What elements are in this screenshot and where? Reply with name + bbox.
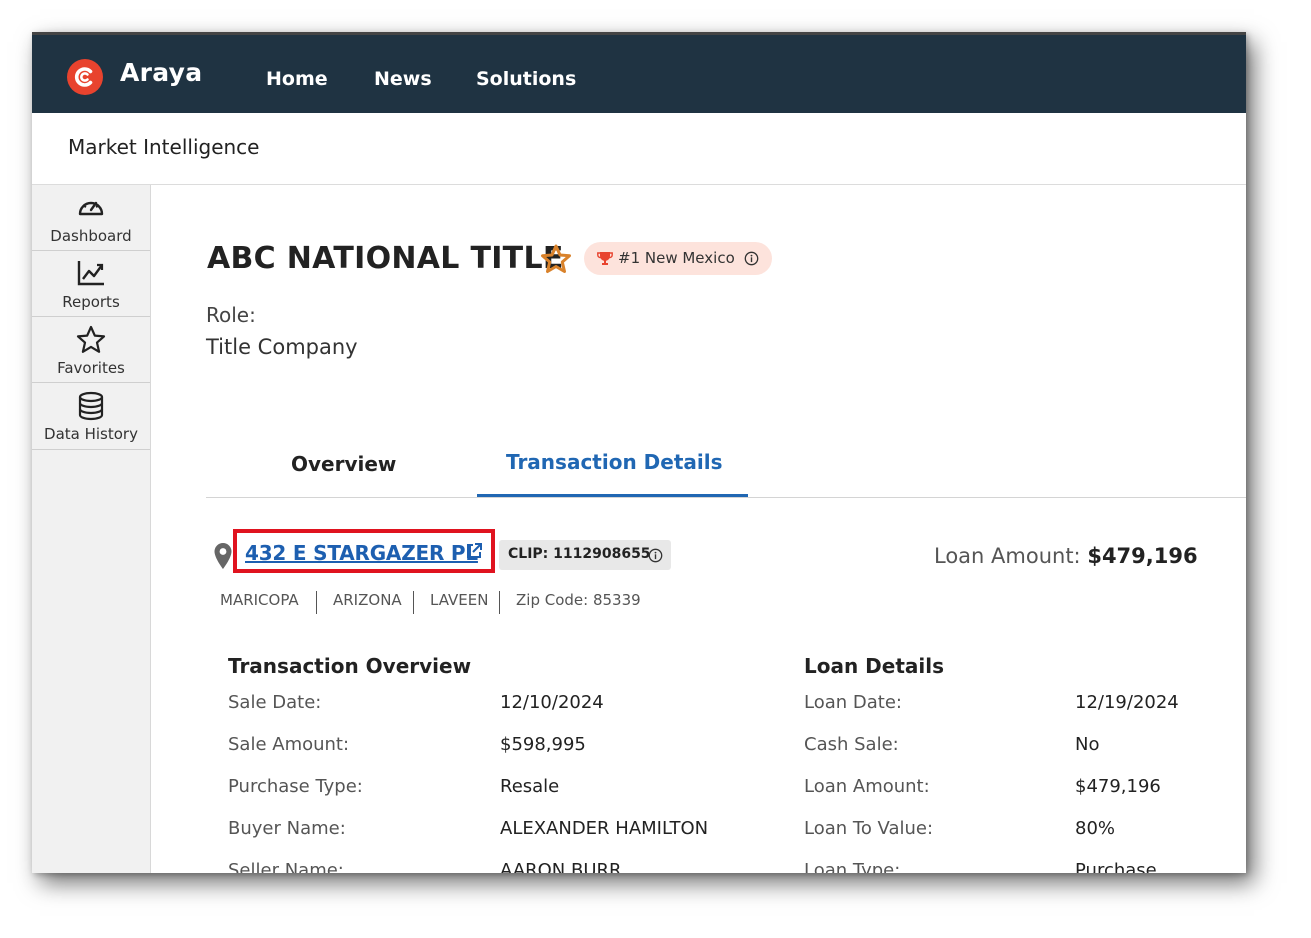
loan-type-value: Purchase [1075, 860, 1157, 873]
subheader: Market Intelligence [32, 113, 1246, 185]
tab-transaction-details[interactable]: Transaction Details [506, 450, 723, 474]
logo-text[interactable]: Araya [120, 58, 202, 87]
cash-sale-value: No [1075, 734, 1100, 755]
clip-number: CLIP: 1112908655 [508, 546, 651, 562]
purchase-type-label: Purchase Type: [228, 776, 363, 797]
trophy-icon [597, 252, 613, 265]
top-nav-bar: Araya Home News Solutions [32, 32, 1246, 113]
nav-solutions[interactable]: Solutions [476, 68, 576, 90]
sidebar-item-label: Favorites [57, 359, 125, 377]
section-title: Market Intelligence [68, 135, 260, 159]
city: LAVEEN [430, 591, 489, 609]
loan-details-title: Loan Details [804, 654, 945, 678]
zip-code: Zip Code: 85339 [516, 591, 641, 609]
app-window: Araya Home News Solutions Market Intelli… [32, 32, 1246, 873]
sidebar-item-label: Data History [44, 425, 138, 443]
loan-amount-summary-value: $479,196 [1087, 544, 1198, 568]
transaction-overview-title: Transaction Overview [228, 654, 472, 678]
star-outline-icon [76, 325, 106, 353]
info-icon[interactable] [648, 548, 663, 563]
buyer-name-value: ALEXANDER HAMILTON [500, 818, 709, 839]
company-name: ABC NATIONAL TITLE [207, 241, 564, 276]
database-icon [78, 391, 104, 421]
purchase-type-value: Resale [500, 776, 560, 797]
loan-date-label: Loan Date: [804, 692, 902, 713]
loan-to-value-label: Loan To Value: [804, 818, 934, 839]
sidebar-item-data-history[interactable]: Data History [32, 383, 150, 450]
role-label: Role: [206, 303, 256, 327]
county: MARICOPA [220, 591, 299, 609]
active-tab-indicator [477, 494, 748, 497]
sidebar: Dashboard Reports Favorites Data History [32, 185, 151, 873]
rank-badge: #1 New Mexico [584, 242, 772, 275]
sale-date-value: 12/10/2024 [500, 692, 604, 713]
loan-date-value: 12/19/2024 [1075, 692, 1179, 713]
sidebar-item-favorites[interactable]: Favorites [32, 317, 150, 383]
loan-amount-label: Loan Amount: [804, 776, 930, 797]
main-content: ABC NATIONAL TITLE #1 New Mexico Role: T… [151, 185, 1246, 873]
nav-home[interactable]: Home [266, 68, 328, 90]
loan-amount-summary: Loan Amount: $479,196 [934, 544, 1198, 568]
loan-to-value-value: 80% [1075, 818, 1116, 839]
clip-badge: CLIP: 1112908655 [499, 540, 671, 570]
sale-date-label: Sale Date: [228, 692, 322, 713]
tabs-divider [206, 497, 1246, 498]
rank-badge-label: #1 New Mexico [618, 249, 735, 267]
divider [316, 591, 317, 614]
property-address-link[interactable]: 432 E STARGAZER PL [245, 541, 478, 565]
external-link-icon[interactable] [465, 542, 483, 560]
loan-amount-value: $479,196 [1075, 776, 1161, 797]
nav-news[interactable]: News [374, 68, 432, 90]
cash-sale-label: Cash Sale: [804, 734, 899, 755]
buyer-name-label: Buyer Name: [228, 818, 346, 839]
info-icon[interactable] [744, 251, 759, 266]
sidebar-item-label: Reports [62, 293, 120, 311]
sidebar-item-dashboard[interactable]: Dashboard [32, 185, 150, 251]
araya-logo-icon[interactable] [67, 59, 103, 95]
divider [413, 591, 414, 614]
sale-amount-value: $598,995 [500, 734, 586, 755]
loan-type-label: Loan Type: [804, 860, 901, 873]
gauge-icon [78, 201, 104, 216]
tab-overview[interactable]: Overview [291, 452, 396, 476]
favorite-star-icon[interactable] [539, 243, 573, 275]
state: ARIZONA [333, 591, 402, 609]
seller-name-label: Seller Name: [228, 860, 344, 873]
sidebar-item-reports[interactable]: Reports [32, 251, 150, 317]
role-value: Title Company [206, 335, 358, 359]
divider [499, 591, 500, 614]
chart-line-icon [77, 261, 104, 286]
sidebar-item-label: Dashboard [50, 227, 132, 245]
seller-name-value: AARON BURR [500, 860, 622, 873]
map-pin-icon [214, 543, 232, 569]
loan-amount-summary-label: Loan Amount: [934, 544, 1081, 568]
sale-amount-label: Sale Amount: [228, 734, 350, 755]
